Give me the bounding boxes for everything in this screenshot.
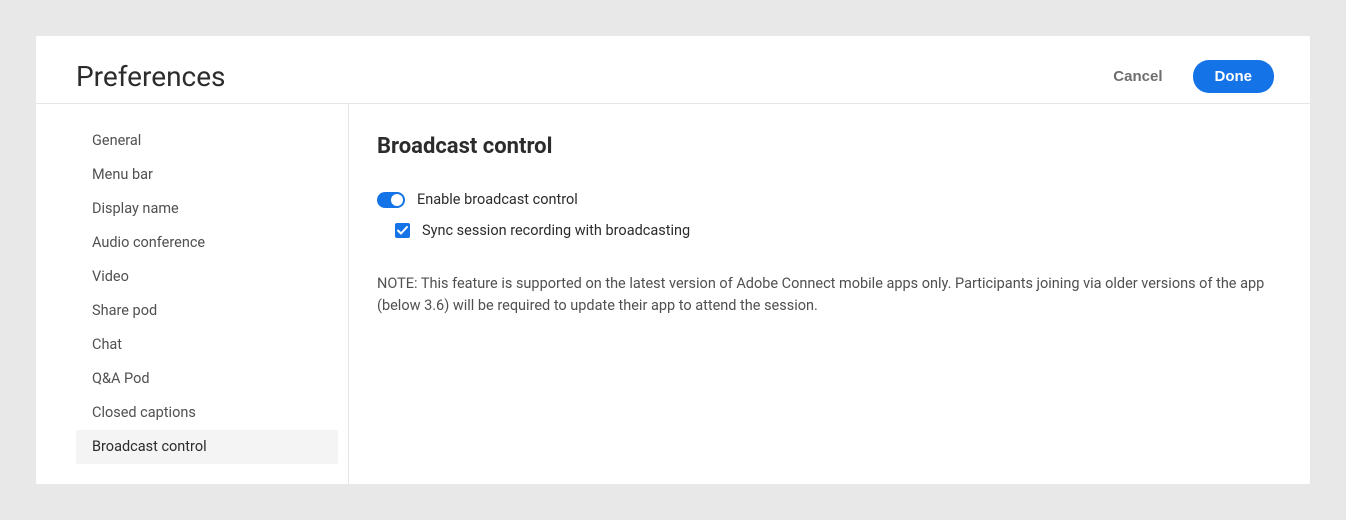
sidebar-item-closed-captions[interactable]: Closed captions: [76, 396, 338, 430]
sidebar-item-chat[interactable]: Chat: [76, 328, 338, 362]
sidebar-item-menu-bar[interactable]: Menu bar: [76, 158, 338, 192]
toggle-knob: [391, 194, 403, 206]
enable-broadcast-row: Enable broadcast control: [377, 191, 1276, 208]
sync-recording-checkbox[interactable]: [395, 223, 410, 238]
sidebar: General Menu bar Display name Audio conf…: [36, 104, 349, 484]
sidebar-item-share-pod[interactable]: Share pod: [76, 294, 338, 328]
enable-broadcast-label: Enable broadcast control: [417, 191, 578, 208]
check-icon: [397, 225, 408, 236]
sync-recording-label: Sync session recording with broadcasting: [422, 222, 690, 239]
done-button[interactable]: Done: [1193, 60, 1275, 93]
note-text: NOTE: This feature is supported on the l…: [377, 273, 1276, 317]
main-panel: Broadcast control Enable broadcast contr…: [349, 104, 1310, 484]
sidebar-item-broadcast-control[interactable]: Broadcast control: [76, 430, 338, 464]
sidebar-item-display-name[interactable]: Display name: [76, 192, 338, 226]
dialog-title: Preferences: [76, 60, 226, 93]
cancel-button[interactable]: Cancel: [1101, 60, 1174, 93]
sidebar-item-qa-pod[interactable]: Q&A Pod: [76, 362, 338, 396]
sync-recording-row: Sync session recording with broadcasting: [395, 222, 1276, 239]
dialog-body: General Menu bar Display name Audio conf…: [36, 104, 1310, 484]
preferences-dialog: Preferences Cancel Done General Menu bar…: [36, 36, 1310, 484]
dialog-header: Preferences Cancel Done: [36, 36, 1310, 104]
sidebar-item-video[interactable]: Video: [76, 260, 338, 294]
sidebar-item-general[interactable]: General: [76, 124, 338, 158]
enable-broadcast-toggle[interactable]: [377, 192, 405, 208]
dialog-actions: Cancel Done: [1101, 60, 1274, 93]
section-title: Broadcast control: [377, 134, 1276, 159]
sidebar-item-audio-conference[interactable]: Audio conference: [76, 226, 338, 260]
